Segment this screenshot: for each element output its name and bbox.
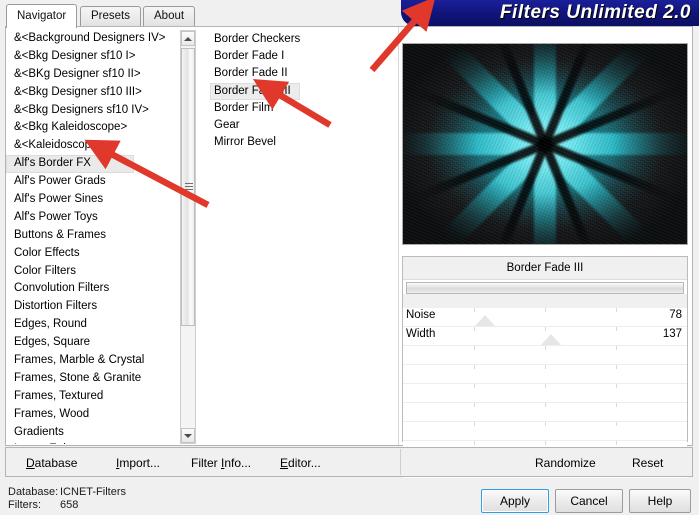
slider-ticks [403, 346, 687, 364]
chevron-up-icon [184, 36, 192, 41]
menu-import-rest: mport... [119, 456, 161, 470]
category-item[interactable]: Color Filters [6, 263, 178, 281]
menu-reset[interactable]: Reset [632, 456, 663, 470]
menu-database-rest: atabase [34, 456, 78, 470]
filter-item[interactable]: Border Fade II [210, 65, 390, 82]
tab-about[interactable]: About [143, 6, 196, 27]
preview-image[interactable] [402, 43, 688, 245]
menu-filter-info-rest: nfo... [224, 456, 252, 470]
menu-editor[interactable]: Editor... [280, 456, 321, 470]
menu-randomize[interactable]: Randomize [535, 456, 596, 470]
scrollbar-thumb[interactable] [181, 48, 195, 326]
tab-navigator-label: Navigator [17, 10, 67, 22]
category-item[interactable]: Buttons & Frames [6, 227, 178, 245]
apply-button[interactable]: Apply [481, 489, 549, 513]
slider-thumb[interactable] [540, 334, 561, 345]
category-item[interactable]: &<Bkg Designer sf10 III> [6, 84, 178, 102]
slider-empty-row[interactable] [403, 422, 687, 441]
slider-ticks [403, 308, 687, 326]
category-item[interactable]: Edges, Round [6, 316, 178, 334]
filter-item[interactable]: Border Fade I [210, 48, 390, 65]
menu-filter-info[interactable]: Filter Info... [191, 456, 251, 470]
category-item[interactable]: Frames, Stone & Granite [6, 370, 178, 388]
menu-filter-info-pre: Filter [191, 456, 221, 470]
tab-presets-label: Presets [91, 10, 130, 22]
help-button[interactable]: Help [629, 489, 691, 513]
parameter-spacer [403, 294, 687, 308]
category-item[interactable]: Image Enhancement [6, 441, 178, 444]
category-item[interactable]: &<Bkg Designer sf10 I> [6, 48, 178, 66]
tab-presets[interactable]: Presets [80, 6, 141, 27]
status-filters-value: 658 [60, 499, 79, 511]
category-item[interactable]: Edges, Square [6, 334, 178, 352]
menu-database[interactable]: Database [26, 456, 77, 470]
category-item[interactable]: Frames, Wood [6, 406, 178, 424]
slider-ticks [403, 403, 687, 421]
category-item[interactable]: Gradients [6, 424, 178, 442]
slider-ticks [403, 422, 687, 440]
status-filters-key: Filters: [8, 499, 41, 511]
menu-editor-rest: ditor... [288, 456, 321, 470]
menu-import[interactable]: Import... [116, 456, 160, 470]
slider-label: Noise [406, 309, 436, 321]
category-item[interactable]: &<Bkg Designers sf10 IV> [6, 102, 178, 120]
category-item[interactable]: &<BKg Designer sf10 II> [6, 66, 178, 84]
status-database-key: Database: [8, 486, 59, 498]
banner-title: Filters Unlimited 2.0 [499, 2, 691, 23]
grip-icon [185, 183, 193, 191]
category-item[interactable]: Distortion Filters [6, 298, 178, 316]
slider-empty-row[interactable] [403, 346, 687, 365]
filter-list[interactable]: Border Checkers Border Fade I Border Fade … [210, 31, 390, 441]
slider-value: 137 [662, 328, 682, 340]
category-item[interactable]: Alf's Power Grads [6, 173, 178, 191]
slider-empty-row[interactable] [403, 365, 687, 384]
category-item[interactable]: &<Bkg Kaleidoscope> [6, 119, 178, 137]
filter-item[interactable]: Gear [210, 117, 390, 134]
status-database-value: ICNET-Filters [60, 486, 126, 498]
category-item[interactable]: Convolution Filters [6, 280, 178, 298]
app-banner: Filters Unlimited 2.0 [401, 0, 699, 26]
filter-item[interactable]: Border Fade III [210, 82, 300, 100]
slider-ticks [403, 384, 687, 402]
filters-unlimited-window: Filters Unlimited 2.0 Navigator Presets … [0, 0, 699, 515]
category-item[interactable]: Alf's Power Toys [6, 209, 178, 227]
category-item[interactable]: &<Kaleidoscope> [6, 137, 178, 155]
filter-item[interactable]: Mirror Bevel [210, 134, 390, 151]
filter-item[interactable]: Border Film [210, 100, 390, 117]
category-item[interactable]: Frames, Marble & Crystal [6, 352, 178, 370]
category-item[interactable]: Alf's Border FX [6, 155, 134, 174]
category-scrollbar[interactable] [180, 30, 196, 444]
category-item[interactable]: Frames, Textured [6, 388, 178, 406]
category-item[interactable]: Alf's Power Sines [6, 191, 178, 209]
slider-value: 78 [669, 309, 682, 321]
status-filters-row: Filters: 658 [8, 499, 126, 512]
slider-ticks [403, 365, 687, 383]
preview-grain [403, 44, 687, 244]
category-item[interactable]: &<Background Designers IV> [6, 30, 178, 48]
cancel-button[interactable]: Cancel [555, 489, 623, 513]
chevron-down-icon [184, 433, 192, 438]
scroll-down-button[interactable] [181, 428, 195, 443]
panel-divider [398, 27, 399, 445]
tab-about-label: About [154, 10, 185, 22]
status-database-row: Database: ICNET-Filters [8, 486, 126, 499]
action-menubar: Database Import... Filter Info... Editor… [5, 447, 693, 477]
parameter-title: Border Fade III [403, 257, 687, 280]
slider-thumb[interactable] [475, 315, 496, 326]
filter-item[interactable]: Border Checkers [210, 31, 390, 48]
slider-width[interactable]: Width 137 [403, 327, 687, 346]
scroll-up-button[interactable] [181, 31, 195, 46]
category-list[interactable]: &<Background Designers IV> &<Bkg Designer… [6, 30, 178, 444]
slider-empty-row[interactable] [403, 384, 687, 403]
parameter-panel: Border Fade III Noise 78 Width 137 [402, 256, 688, 479]
status-area: Database: ICNET-Filters Filters: 658 [8, 486, 126, 512]
slider-noise[interactable]: Noise 78 [403, 308, 687, 327]
slider-label: Width [406, 328, 436, 340]
parameter-scroll-bar[interactable] [406, 282, 684, 294]
category-item[interactable]: Color Effects [6, 245, 178, 263]
slider-empty-row[interactable] [403, 403, 687, 422]
tab-navigator[interactable]: Navigator [6, 4, 78, 28]
menubar-separator [400, 449, 401, 475]
